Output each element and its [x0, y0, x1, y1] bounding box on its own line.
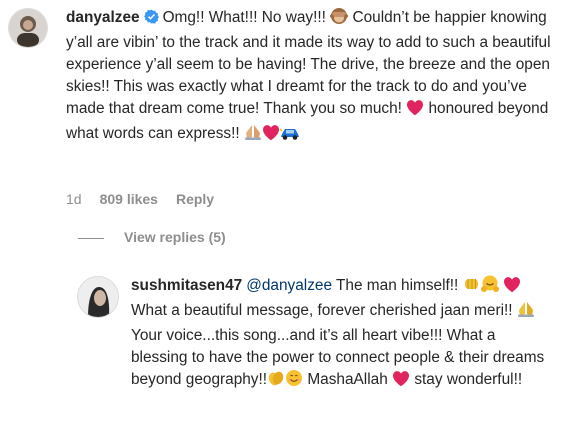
red-heart-icon	[262, 124, 280, 148]
view-replies-button[interactable]: View replies (5)	[78, 228, 226, 246]
folded-hands-icon	[244, 123, 262, 148]
comment-text: danyalzee Omg!! What!!! No way!!! Couldn’…	[66, 7, 551, 148]
red-heart-icon	[503, 276, 521, 300]
reply-username[interactable]: sushmitasen47	[131, 277, 242, 294]
reply-text: sushmitasen47 @danyalzee The man himself!…	[131, 275, 549, 394]
clapping-hands-icon	[267, 369, 285, 394]
see-no-evil-monkey-icon	[330, 7, 349, 32]
reply-text-part4: MashaAllah	[307, 371, 388, 388]
view-replies-label: View replies (5)	[124, 229, 226, 245]
comment-likes[interactable]: 809 likes	[100, 191, 158, 207]
comment-username[interactable]: danyalzee	[66, 9, 140, 26]
avatar[interactable]	[8, 8, 48, 48]
divider	[78, 237, 104, 239]
smiling-face-icon	[285, 369, 303, 394]
verified-badge-icon	[143, 9, 159, 31]
reply-text-part2: What a beautiful message, forever cheris…	[131, 302, 513, 319]
reply-text-part5: stay wonderful!!	[414, 371, 523, 388]
folded-hands-icon	[517, 300, 535, 325]
comment-time[interactable]: 1d	[66, 191, 82, 207]
comment-meta: 1d 809 likes Reply	[66, 190, 232, 208]
oncoming-fist-icon	[463, 275, 481, 300]
mention-link[interactable]: @danyalzee	[246, 277, 332, 294]
red-heart-icon	[392, 370, 410, 394]
avatar-image	[78, 277, 118, 317]
reply-text-part1: The man himself!!	[336, 277, 459, 294]
reply-button[interactable]: Reply	[176, 191, 214, 207]
avatar[interactable]	[77, 276, 119, 318]
red-heart-icon	[406, 99, 424, 123]
blue-car-icon	[279, 125, 300, 148]
comment-text-part1: Omg!! What!!! No way!!!	[162, 9, 326, 26]
avatar-image	[9, 9, 47, 47]
hugging-face-icon	[480, 275, 499, 300]
